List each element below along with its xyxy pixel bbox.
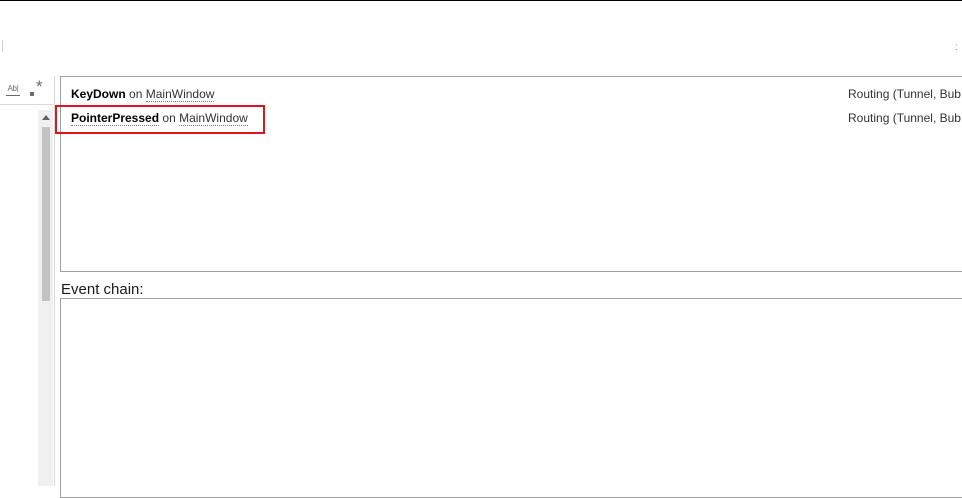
event-chain-panel — [60, 298, 962, 498]
event-row-keydown[interactable]: KeyDown on MainWindow Routing (Tunnel, B… — [71, 85, 961, 103]
event-source[interactable]: MainWindow — [145, 87, 215, 102]
regex-icon[interactable]: * — [30, 77, 48, 99]
event-routing: Routing (Tunnel, Bub — [848, 111, 961, 125]
scrollbar-thumb[interactable] — [42, 127, 50, 301]
event-routing: Routing (Tunnel, Bub — [848, 87, 961, 101]
pane-splitter[interactable] — [54, 76, 55, 486]
event-chain-label: Event chain: — [61, 281, 144, 298]
top-right-edge-mark: : — [955, 42, 958, 53]
match-case-icon[interactable]: Ab| — [6, 84, 20, 96]
event-name: KeyDown — [71, 87, 126, 101]
event-connector: on — [129, 87, 143, 101]
event-source[interactable]: MainWindow — [179, 111, 248, 126]
regex-dot — [30, 92, 34, 96]
event-connector: on — [162, 111, 176, 125]
window-top-border — [0, 0, 962, 1]
event-name: PointerPressed — [71, 111, 160, 126]
regex-star: * — [36, 77, 43, 96]
event-row-pointerpressed[interactable]: PointerPressed on MainWindow Routing (Tu… — [71, 109, 961, 127]
top-left-edge-mark — [2, 40, 3, 52]
scroll-up-arrow-icon[interactable] — [42, 115, 50, 120]
events-list: KeyDown on MainWindow Routing (Tunnel, B… — [60, 76, 962, 272]
toolbar-separator — [0, 104, 53, 105]
